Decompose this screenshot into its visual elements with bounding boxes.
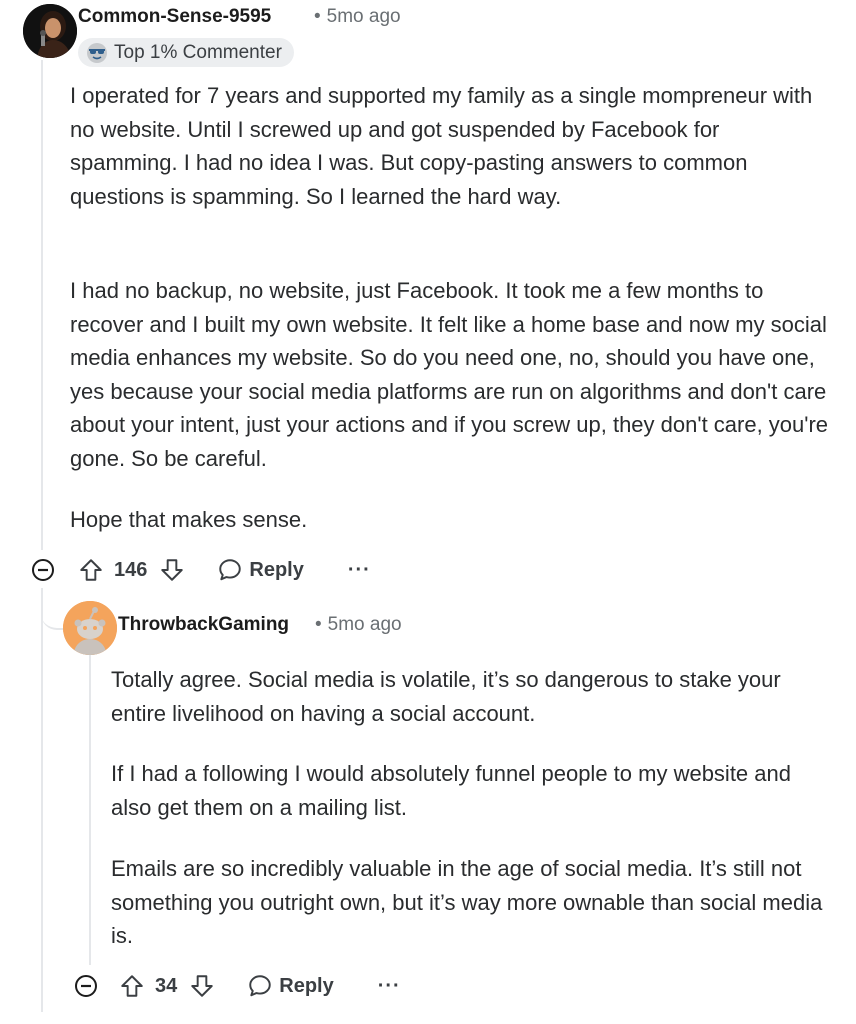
- upvote-icon[interactable]: [76, 555, 106, 585]
- comment1-reply-button[interactable]: Reply: [217, 557, 304, 583]
- comment2-vote-count: 34: [155, 974, 178, 997]
- more-icon[interactable]: ···: [348, 559, 371, 582]
- comment1-paragraph-2: I had no backup, no website, just Facebo…: [70, 278, 829, 471]
- more-icon[interactable]: ···: [378, 975, 401, 998]
- meta-dot: •: [315, 614, 322, 635]
- sunglasses-emoji-icon: [86, 42, 114, 64]
- downvote-icon[interactable]: [157, 555, 187, 585]
- reply-label: Reply: [279, 974, 334, 997]
- comment2-reply-button[interactable]: Reply: [247, 973, 334, 999]
- flair-label: Top 1% Commenter: [114, 41, 282, 63]
- comment1-paragraph-3: Hope that makes sense.: [70, 507, 308, 532]
- thread-line-main: [41, 60, 43, 550]
- downvote-icon[interactable]: [187, 971, 217, 1001]
- reply-bubble-icon: [247, 973, 273, 999]
- comment2-timestamp: 5mo ago: [327, 614, 402, 635]
- comment2-paragraph-1: Totally agree. Social media is volatile,…: [111, 667, 781, 726]
- thread-elbow-reply: [41, 588, 63, 630]
- username-throwbackgaming[interactable]: ThrowbackGaming: [118, 614, 289, 636]
- comment1-action-bar: 146 Reply ···: [30, 552, 371, 588]
- avatar-throwbackgaming[interactable]: [63, 601, 117, 655]
- comment1-timestamp: 5mo ago: [326, 6, 401, 27]
- thread-line-main-lower: [41, 588, 43, 1012]
- collapse-icon[interactable]: [73, 973, 99, 999]
- avatar-common-sense[interactable]: [23, 4, 77, 58]
- upvote-icon[interactable]: [117, 971, 147, 1001]
- flair-badge: Top 1% Commenter: [78, 38, 294, 67]
- comment2-action-bar: 34 Reply ···: [73, 968, 401, 1004]
- comment2-paragraph-2: If I had a following I would absolutely …: [111, 761, 791, 820]
- thread-line-reply: [89, 655, 91, 965]
- reply-bubble-icon: [217, 557, 243, 583]
- username-common-sense[interactable]: Common-Sense-9595: [78, 6, 271, 28]
- comment2-meta: • 5mo ago: [309, 614, 402, 636]
- comment1-paragraph-1: I operated for 7 years and supported my …: [70, 83, 813, 209]
- meta-dot: •: [314, 6, 321, 27]
- comment2-paragraph-3: Emails are so incredibly valuable in the…: [111, 856, 823, 948]
- collapse-icon[interactable]: [30, 557, 56, 583]
- reply-label: Reply: [249, 558, 304, 581]
- comment1-vote-count: 146: [114, 558, 148, 581]
- comment1-meta: • 5mo ago: [308, 6, 401, 28]
